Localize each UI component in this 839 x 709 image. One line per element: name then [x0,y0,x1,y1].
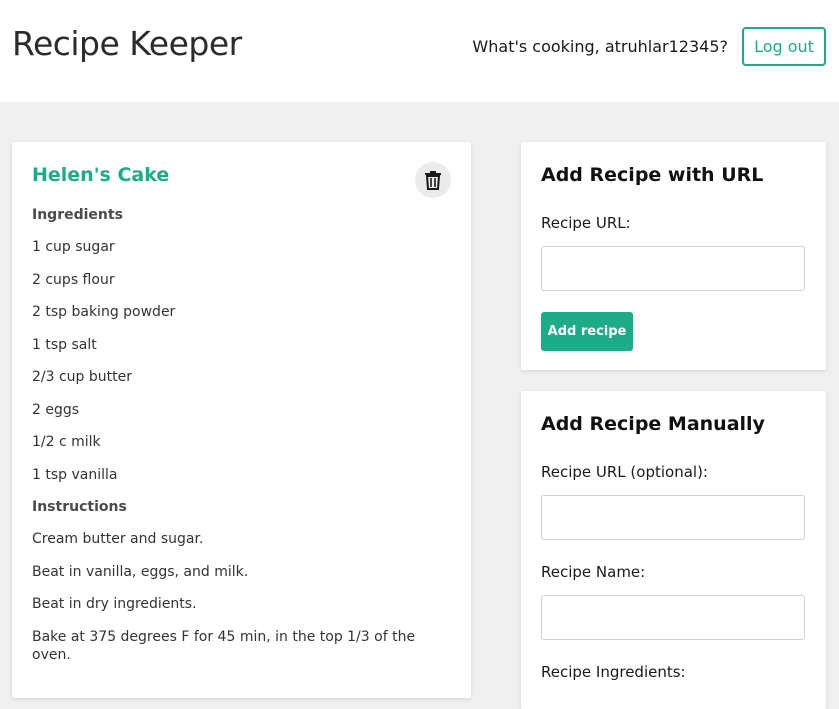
add-recipe-button[interactable]: Add recipe [541,312,633,351]
ingredient-item: 1 cup sugar [32,239,115,255]
ingredient-item: 1/2 c milk [32,434,101,450]
add-recipe-url-card: Add Recipe with URL Recipe URL: Add reci… [521,142,826,370]
ingredient-item: 2 tsp baking powder [32,304,176,320]
recipe-title: Helen's Cake [32,164,170,186]
top-bar: Recipe Keeper What's cooking, atruhlar12… [0,0,839,102]
logout-button[interactable]: Log out [742,27,826,66]
ingredient-item: 2/3 cup butter [32,369,132,385]
delete-recipe-button[interactable] [415,162,451,198]
add-manual-title: Add Recipe Manually [541,413,765,435]
instruction-step: Beat in vanilla, eggs, and milk. [32,563,249,580]
recipe-card: Helen's Cake Ingredients 1 cup sugar 2 c… [12,142,471,698]
ingredient-item: 1 tsp vanilla [32,466,118,483]
instruction-step: Cream butter and sugar. [32,531,204,547]
add-url-title: Add Recipe with URL [541,164,764,186]
instruction-step: Beat in dry ingredients. [32,596,197,612]
ingredient-item: 2 eggs [32,401,80,418]
recipe-url-label: Recipe URL: [541,214,631,232]
recipe-url-input[interactable] [541,246,805,291]
instructions-heading: Instructions [32,499,127,515]
ingredient-item: 1 tsp salt [32,336,97,353]
recipe-name-label: Recipe Name: [541,563,646,581]
trash-icon [425,171,441,190]
manual-url-label: Recipe URL (optional): [541,463,708,481]
instruction-step: Bake at 375 degrees F for 45 min, in the… [32,628,416,663]
recipe-ingredients-label: Recipe Ingredients: [541,663,686,681]
manual-url-input[interactable] [541,495,805,540]
ingredients-heading: Ingredients [32,207,123,223]
recipe-name-input[interactable] [541,595,805,640]
app-title: Recipe Keeper [12,24,242,63]
recipe-body: Ingredients 1 cup sugar 2 cups flour 2 t… [32,206,432,664]
user-greeting: What's cooking, atruhlar12345? [472,37,728,56]
add-recipe-manual-card: Add Recipe Manually Recipe URL (optional… [521,391,826,709]
ingredient-item: 2 cups flour [32,271,115,288]
